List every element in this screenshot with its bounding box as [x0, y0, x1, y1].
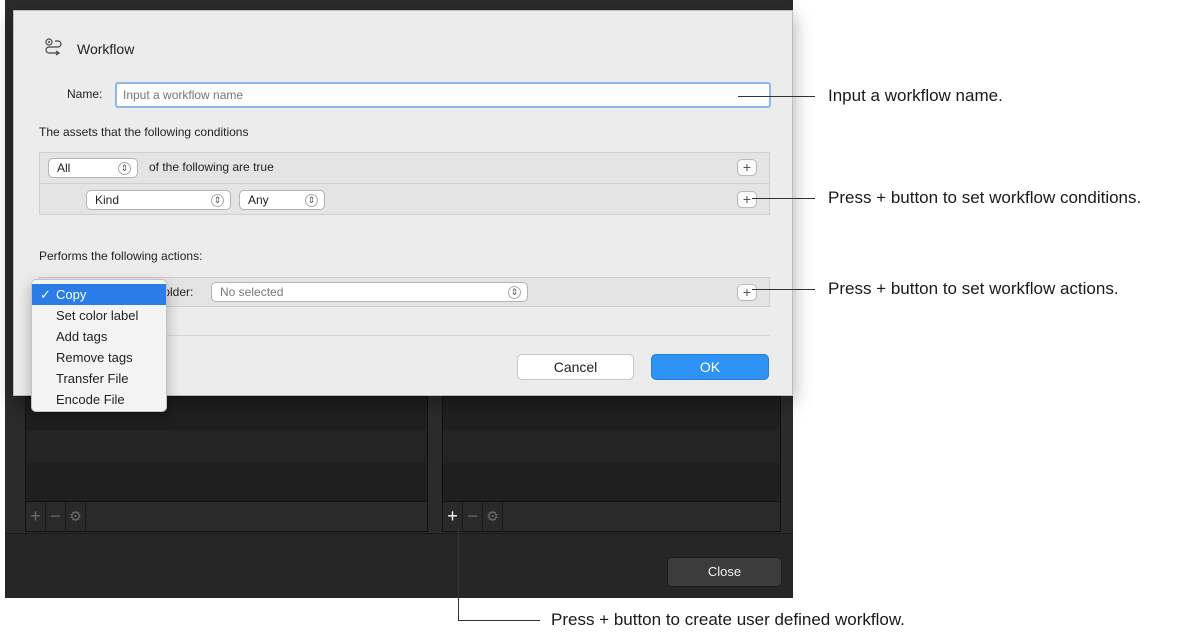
- condition-operator-popup[interactable]: Any ⇕: [239, 190, 325, 210]
- gear-icon: ⚙: [486, 508, 499, 524]
- left-panel-toolbar: + − ⚙: [26, 501, 427, 532]
- left-workflow-list[interactable]: + − ⚙: [25, 396, 428, 532]
- name-label: Name:: [67, 87, 103, 101]
- list-row: [443, 430, 780, 463]
- menu-item-label: Transfer File: [56, 371, 129, 386]
- menu-item-label: Remove tags: [56, 350, 133, 365]
- menu-item-label: Set color label: [56, 308, 139, 323]
- menu-item-remove-tags[interactable]: Remove tags: [32, 347, 166, 368]
- create-workflow-button[interactable]: +: [443, 502, 463, 532]
- add-action-button[interactable]: +: [737, 284, 757, 301]
- callout-conditions: Press + button to set workflow condition…: [828, 188, 1142, 207]
- menu-item-add-tags[interactable]: Add tags: [32, 326, 166, 347]
- callout-line: [458, 620, 540, 621]
- menu-item-set-color-label[interactable]: Set color label: [32, 305, 166, 326]
- menu-item-label: Add tags: [56, 329, 108, 344]
- ok-button[interactable]: OK: [651, 354, 769, 380]
- condition-field-popup[interactable]: Kind ⇕: [86, 190, 231, 210]
- close-button[interactable]: Close: [667, 557, 782, 587]
- cancel-button[interactable]: Cancel: [517, 354, 634, 380]
- plus-icon: +: [742, 284, 752, 300]
- condition-operator-value: Any: [248, 193, 269, 207]
- name-field-wrap: [115, 82, 771, 108]
- menu-item-copy[interactable]: ✓ Copy: [32, 284, 166, 305]
- match-popup[interactable]: All ⇕: [48, 158, 138, 178]
- menu-item-encode-file[interactable]: Encode File: [32, 389, 166, 410]
- callout-actions: Press + button to set workflow actions.: [828, 279, 1119, 298]
- workflow-icon: [43, 37, 63, 57]
- match-suffix: of the following are true: [149, 160, 274, 174]
- minus-icon: −: [467, 506, 478, 526]
- gear-icon: ⚙: [69, 508, 82, 524]
- add-condition-group-button[interactable]: +: [737, 159, 757, 176]
- menu-item-label: Encode File: [56, 392, 125, 407]
- conditions-box: All ⇕ of the following are true + Kind ⇕…: [39, 152, 770, 215]
- conditions-heading: The assets that the following conditions: [39, 125, 249, 139]
- plus-icon: +: [742, 191, 752, 207]
- divider: [40, 183, 769, 184]
- stepper-icon: ⇕: [305, 194, 318, 207]
- plus-icon: +: [30, 506, 41, 526]
- right-settings-button[interactable]: ⚙: [483, 502, 503, 532]
- stepper-icon: ⇕: [118, 162, 131, 175]
- callout-line: [752, 289, 815, 290]
- match-value: All: [57, 161, 71, 175]
- folder-value: No selected: [220, 285, 284, 299]
- menu-item-transfer-file[interactable]: Transfer File: [32, 368, 166, 389]
- left-settings-button[interactable]: ⚙: [66, 502, 86, 532]
- list-row: [26, 430, 427, 463]
- minus-icon: −: [50, 506, 61, 526]
- left-add-button[interactable]: +: [26, 502, 46, 532]
- right-panel-toolbar: + − ⚙: [443, 501, 780, 532]
- left-remove-button[interactable]: −: [46, 502, 66, 532]
- sheet-title: Workflow: [77, 41, 135, 57]
- menu-item-label: Copy: [56, 287, 87, 302]
- callout-line: [738, 96, 815, 97]
- callout-name: Input a workflow name.: [828, 86, 1003, 105]
- list-row: [443, 397, 780, 430]
- right-workflow-list[interactable]: + − ⚙: [442, 396, 781, 532]
- action-type-menu: ✓ Copy Set color label Add tags Remove t…: [31, 279, 167, 412]
- stepper-icon: ⇕: [211, 194, 224, 207]
- list-row: [443, 463, 780, 496]
- callout-line: [458, 527, 459, 620]
- callout-line: [752, 198, 815, 199]
- condition-field-value: Kind: [95, 193, 120, 207]
- add-condition-button[interactable]: +: [737, 191, 757, 208]
- plus-icon: +: [742, 159, 752, 175]
- folder-popup[interactable]: No selected ⇕: [211, 282, 528, 302]
- stepper-icon: ⇕: [508, 286, 521, 299]
- check-icon: ✓: [40, 287, 51, 302]
- plus-icon: +: [447, 506, 458, 526]
- callout-create: Press + button to create user defined wo…: [551, 610, 905, 629]
- workflow-name-input[interactable]: [121, 85, 751, 105]
- list-row: [26, 463, 427, 496]
- right-remove-button[interactable]: −: [463, 502, 483, 532]
- actions-heading: Performs the following actions:: [39, 249, 203, 263]
